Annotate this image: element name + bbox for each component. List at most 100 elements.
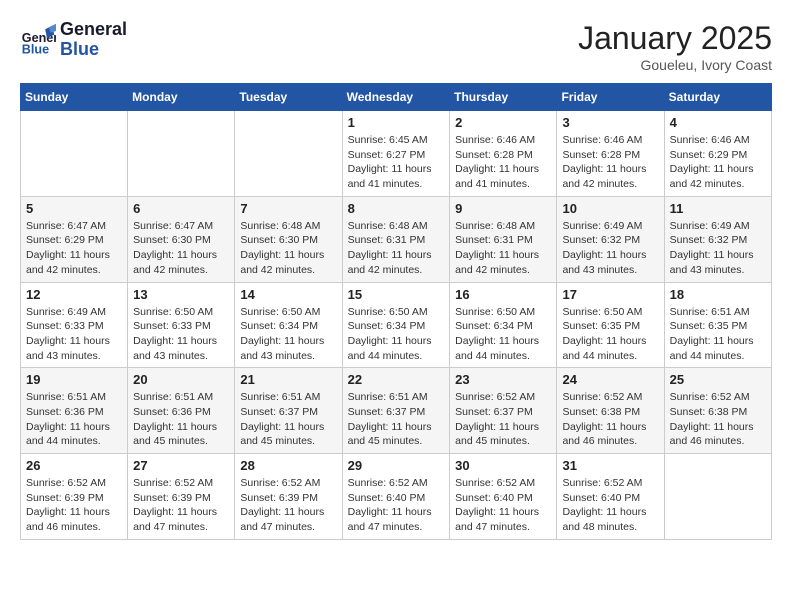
day-number: 20 bbox=[133, 372, 229, 387]
day-info: Sunrise: 6:51 AM Sunset: 6:36 PM Dayligh… bbox=[26, 390, 122, 449]
day-number: 15 bbox=[348, 287, 445, 302]
day-info: Sunrise: 6:52 AM Sunset: 6:40 PM Dayligh… bbox=[348, 476, 445, 535]
page-header: General Blue General Blue January 2025 G… bbox=[20, 20, 772, 73]
day-number: 5 bbox=[26, 201, 122, 216]
day-info: Sunrise: 6:49 AM Sunset: 6:33 PM Dayligh… bbox=[26, 305, 122, 364]
day-number: 24 bbox=[562, 372, 658, 387]
calendar-week-2: 5 Sunrise: 6:47 AM Sunset: 6:29 PM Daylig… bbox=[21, 196, 772, 282]
day-number: 28 bbox=[240, 458, 336, 473]
day-number: 21 bbox=[240, 372, 336, 387]
day-info: Sunrise: 6:52 AM Sunset: 6:40 PM Dayligh… bbox=[455, 476, 551, 535]
calendar-cell: 20 Sunrise: 6:51 AM Sunset: 6:36 PM Dayli… bbox=[128, 368, 235, 454]
day-info: Sunrise: 6:47 AM Sunset: 6:30 PM Dayligh… bbox=[133, 219, 229, 278]
weekday-saturday: Saturday bbox=[664, 84, 771, 111]
calendar: SundayMondayTuesdayWednesdayThursdayFrid… bbox=[20, 83, 772, 540]
calendar-week-3: 12 Sunrise: 6:49 AM Sunset: 6:33 PM Dayli… bbox=[21, 282, 772, 368]
day-info: Sunrise: 6:46 AM Sunset: 6:29 PM Dayligh… bbox=[670, 133, 766, 192]
day-number: 11 bbox=[670, 201, 766, 216]
day-number: 29 bbox=[348, 458, 445, 473]
calendar-cell: 27 Sunrise: 6:52 AM Sunset: 6:39 PM Dayli… bbox=[128, 454, 235, 540]
day-number: 12 bbox=[26, 287, 122, 302]
calendar-cell: 18Sunrise: 6:51 AM Sunset: 6:35 PM Dayli… bbox=[664, 282, 771, 368]
calendar-cell: 19 Sunrise: 6:51 AM Sunset: 6:36 PM Dayli… bbox=[21, 368, 128, 454]
day-info: Sunrise: 6:52 AM Sunset: 6:38 PM Dayligh… bbox=[562, 390, 658, 449]
calendar-cell: 7 Sunrise: 6:48 AM Sunset: 6:30 PM Daylig… bbox=[235, 196, 342, 282]
calendar-cell: 8Sunrise: 6:48 AM Sunset: 6:31 PM Daylig… bbox=[342, 196, 450, 282]
calendar-cell: 23Sunrise: 6:52 AM Sunset: 6:37 PM Dayli… bbox=[450, 368, 557, 454]
calendar-cell: 6Sunrise: 6:47 AM Sunset: 6:30 PM Daylig… bbox=[128, 196, 235, 282]
calendar-week-4: 19 Sunrise: 6:51 AM Sunset: 6:36 PM Dayli… bbox=[21, 368, 772, 454]
calendar-cell: 21Sunrise: 6:51 AM Sunset: 6:37 PM Dayli… bbox=[235, 368, 342, 454]
day-info: Sunrise: 6:49 AM Sunset: 6:32 PM Dayligh… bbox=[670, 219, 766, 278]
weekday-friday: Friday bbox=[557, 84, 664, 111]
day-info: Sunrise: 6:48 AM Sunset: 6:30 PM Dayligh… bbox=[240, 219, 336, 278]
day-info: Sunrise: 6:50 AM Sunset: 6:35 PM Dayligh… bbox=[562, 305, 658, 364]
day-number: 4 bbox=[670, 115, 766, 130]
day-info: Sunrise: 6:50 AM Sunset: 6:34 PM Dayligh… bbox=[348, 305, 445, 364]
calendar-cell bbox=[664, 454, 771, 540]
day-number: 7 bbox=[240, 201, 336, 216]
logo: General Blue General Blue bbox=[20, 20, 127, 60]
day-number: 10 bbox=[562, 201, 658, 216]
calendar-cell: 5 Sunrise: 6:47 AM Sunset: 6:29 PM Daylig… bbox=[21, 196, 128, 282]
calendar-cell: 14 Sunrise: 6:50 AM Sunset: 6:34 PM Dayli… bbox=[235, 282, 342, 368]
day-info: Sunrise: 6:45 AM Sunset: 6:27 PM Dayligh… bbox=[348, 133, 445, 192]
day-info: Sunrise: 6:51 AM Sunset: 6:35 PM Dayligh… bbox=[670, 305, 766, 364]
calendar-cell bbox=[235, 111, 342, 197]
day-info: Sunrise: 6:52 AM Sunset: 6:39 PM Dayligh… bbox=[133, 476, 229, 535]
logo-text: General Blue bbox=[60, 20, 127, 60]
calendar-cell: 30 Sunrise: 6:52 AM Sunset: 6:40 PM Dayli… bbox=[450, 454, 557, 540]
day-info: Sunrise: 6:52 AM Sunset: 6:40 PM Dayligh… bbox=[562, 476, 658, 535]
month-title: January 2025 bbox=[578, 20, 772, 57]
day-number: 3 bbox=[562, 115, 658, 130]
calendar-cell: 12 Sunrise: 6:49 AM Sunset: 6:33 PM Dayli… bbox=[21, 282, 128, 368]
day-info: Sunrise: 6:47 AM Sunset: 6:29 PM Dayligh… bbox=[26, 219, 122, 278]
calendar-cell: 26 Sunrise: 6:52 AM Sunset: 6:39 PM Dayli… bbox=[21, 454, 128, 540]
location: Goueleu, Ivory Coast bbox=[578, 57, 772, 73]
day-number: 19 bbox=[26, 372, 122, 387]
day-info: Sunrise: 6:52 AM Sunset: 6:39 PM Dayligh… bbox=[26, 476, 122, 535]
day-info: Sunrise: 6:52 AM Sunset: 6:39 PM Dayligh… bbox=[240, 476, 336, 535]
weekday-tuesday: Tuesday bbox=[235, 84, 342, 111]
calendar-cell: 1Sunrise: 6:45 AM Sunset: 6:27 PM Daylig… bbox=[342, 111, 450, 197]
day-info: Sunrise: 6:51 AM Sunset: 6:37 PM Dayligh… bbox=[348, 390, 445, 449]
day-info: Sunrise: 6:50 AM Sunset: 6:34 PM Dayligh… bbox=[455, 305, 551, 364]
day-number: 17 bbox=[562, 287, 658, 302]
day-info: Sunrise: 6:49 AM Sunset: 6:32 PM Dayligh… bbox=[562, 219, 658, 278]
day-info: Sunrise: 6:46 AM Sunset: 6:28 PM Dayligh… bbox=[455, 133, 551, 192]
weekday-sunday: Sunday bbox=[21, 84, 128, 111]
day-number: 27 bbox=[133, 458, 229, 473]
svg-text:Blue: Blue bbox=[22, 42, 49, 56]
calendar-cell: 16 Sunrise: 6:50 AM Sunset: 6:34 PM Dayli… bbox=[450, 282, 557, 368]
calendar-week-1: 1Sunrise: 6:45 AM Sunset: 6:27 PM Daylig… bbox=[21, 111, 772, 197]
day-info: Sunrise: 6:51 AM Sunset: 6:36 PM Dayligh… bbox=[133, 390, 229, 449]
calendar-cell: 13Sunrise: 6:50 AM Sunset: 6:33 PM Dayli… bbox=[128, 282, 235, 368]
day-number: 16 bbox=[455, 287, 551, 302]
weekday-monday: Monday bbox=[128, 84, 235, 111]
calendar-cell: 25Sunrise: 6:52 AM Sunset: 6:38 PM Dayli… bbox=[664, 368, 771, 454]
calendar-cell bbox=[21, 111, 128, 197]
calendar-cell: 31Sunrise: 6:52 AM Sunset: 6:40 PM Dayli… bbox=[557, 454, 664, 540]
calendar-cell: 2Sunrise: 6:46 AM Sunset: 6:28 PM Daylig… bbox=[450, 111, 557, 197]
day-info: Sunrise: 6:50 AM Sunset: 6:34 PM Dayligh… bbox=[240, 305, 336, 364]
calendar-cell: 29 Sunrise: 6:52 AM Sunset: 6:40 PM Dayli… bbox=[342, 454, 450, 540]
day-number: 13 bbox=[133, 287, 229, 302]
calendar-body: 1Sunrise: 6:45 AM Sunset: 6:27 PM Daylig… bbox=[21, 111, 772, 540]
title-block: January 2025 Goueleu, Ivory Coast bbox=[578, 20, 772, 73]
calendar-cell bbox=[128, 111, 235, 197]
day-number: 14 bbox=[240, 287, 336, 302]
calendar-cell: 4 Sunrise: 6:46 AM Sunset: 6:29 PM Daylig… bbox=[664, 111, 771, 197]
day-info: Sunrise: 6:48 AM Sunset: 6:31 PM Dayligh… bbox=[455, 219, 551, 278]
day-number: 30 bbox=[455, 458, 551, 473]
day-info: Sunrise: 6:52 AM Sunset: 6:37 PM Dayligh… bbox=[455, 390, 551, 449]
calendar-cell: 10 Sunrise: 6:49 AM Sunset: 6:32 PM Dayli… bbox=[557, 196, 664, 282]
day-info: Sunrise: 6:52 AM Sunset: 6:38 PM Dayligh… bbox=[670, 390, 766, 449]
calendar-cell: 24 Sunrise: 6:52 AM Sunset: 6:38 PM Dayli… bbox=[557, 368, 664, 454]
weekday-wednesday: Wednesday bbox=[342, 84, 450, 111]
calendar-cell: 28 Sunrise: 6:52 AM Sunset: 6:39 PM Dayli… bbox=[235, 454, 342, 540]
day-info: Sunrise: 6:46 AM Sunset: 6:28 PM Dayligh… bbox=[562, 133, 658, 192]
calendar-week-5: 26 Sunrise: 6:52 AM Sunset: 6:39 PM Dayli… bbox=[21, 454, 772, 540]
calendar-cell: 11 Sunrise: 6:49 AM Sunset: 6:32 PM Dayli… bbox=[664, 196, 771, 282]
day-number: 26 bbox=[26, 458, 122, 473]
day-number: 8 bbox=[348, 201, 445, 216]
